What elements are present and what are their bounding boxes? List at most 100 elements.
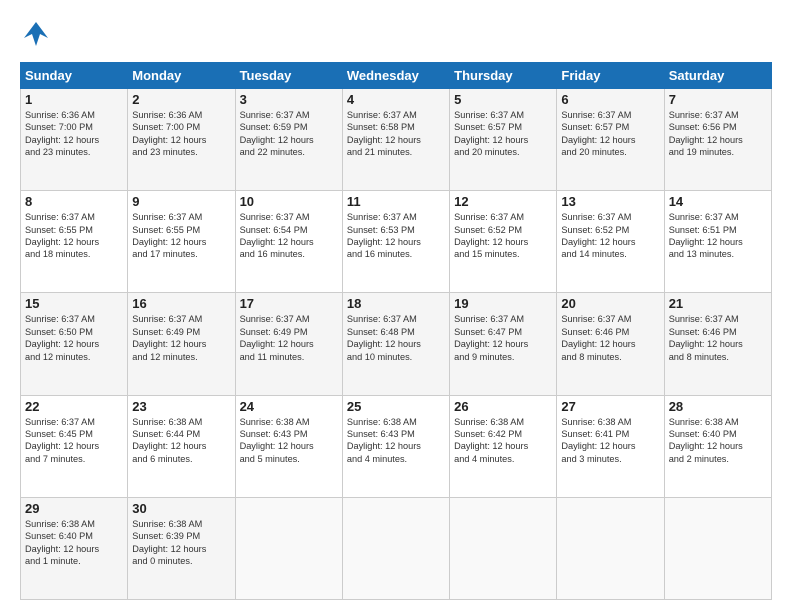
day-cell bbox=[342, 497, 449, 599]
week-row-3: 15 Sunrise: 6:37 AMSunset: 6:50 PMDaylig… bbox=[21, 293, 772, 395]
day-number: 18 bbox=[347, 296, 445, 311]
weekday-header-row: SundayMondayTuesdayWednesdayThursdayFrid… bbox=[21, 63, 772, 89]
day-info: Sunrise: 6:38 AMSunset: 6:40 PMDaylight:… bbox=[25, 519, 99, 566]
day-info: Sunrise: 6:38 AMSunset: 6:43 PMDaylight:… bbox=[240, 417, 314, 464]
day-cell: 4 Sunrise: 6:37 AMSunset: 6:58 PMDayligh… bbox=[342, 89, 449, 191]
day-info: Sunrise: 6:37 AMSunset: 6:54 PMDaylight:… bbox=[240, 212, 314, 259]
day-cell: 6 Sunrise: 6:37 AMSunset: 6:57 PMDayligh… bbox=[557, 89, 664, 191]
day-cell: 13 Sunrise: 6:37 AMSunset: 6:52 PMDaylig… bbox=[557, 191, 664, 293]
day-cell bbox=[664, 497, 771, 599]
day-cell: 20 Sunrise: 6:37 AMSunset: 6:46 PMDaylig… bbox=[557, 293, 664, 395]
day-info: Sunrise: 6:37 AMSunset: 6:56 PMDaylight:… bbox=[669, 110, 743, 157]
day-info: Sunrise: 6:37 AMSunset: 6:57 PMDaylight:… bbox=[561, 110, 635, 157]
weekday-header-sunday: Sunday bbox=[21, 63, 128, 89]
day-info: Sunrise: 6:37 AMSunset: 6:51 PMDaylight:… bbox=[669, 212, 743, 259]
day-number: 15 bbox=[25, 296, 123, 311]
day-number: 22 bbox=[25, 399, 123, 414]
calendar-table: SundayMondayTuesdayWednesdayThursdayFrid… bbox=[20, 62, 772, 600]
weekday-header-tuesday: Tuesday bbox=[235, 63, 342, 89]
day-info: Sunrise: 6:36 AMSunset: 7:00 PMDaylight:… bbox=[132, 110, 206, 157]
day-info: Sunrise: 6:37 AMSunset: 6:52 PMDaylight:… bbox=[561, 212, 635, 259]
day-cell: 16 Sunrise: 6:37 AMSunset: 6:49 PMDaylig… bbox=[128, 293, 235, 395]
day-number: 19 bbox=[454, 296, 552, 311]
day-info: Sunrise: 6:38 AMSunset: 6:42 PMDaylight:… bbox=[454, 417, 528, 464]
week-row-4: 22 Sunrise: 6:37 AMSunset: 6:45 PMDaylig… bbox=[21, 395, 772, 497]
day-cell: 28 Sunrise: 6:38 AMSunset: 6:40 PMDaylig… bbox=[664, 395, 771, 497]
day-cell bbox=[557, 497, 664, 599]
day-number: 12 bbox=[454, 194, 552, 209]
day-info: Sunrise: 6:37 AMSunset: 6:46 PMDaylight:… bbox=[561, 314, 635, 361]
day-cell: 30 Sunrise: 6:38 AMSunset: 6:39 PMDaylig… bbox=[128, 497, 235, 599]
day-cell: 26 Sunrise: 6:38 AMSunset: 6:42 PMDaylig… bbox=[450, 395, 557, 497]
day-number: 6 bbox=[561, 92, 659, 107]
day-number: 5 bbox=[454, 92, 552, 107]
day-info: Sunrise: 6:37 AMSunset: 6:53 PMDaylight:… bbox=[347, 212, 421, 259]
day-number: 27 bbox=[561, 399, 659, 414]
weekday-header-wednesday: Wednesday bbox=[342, 63, 449, 89]
day-cell: 14 Sunrise: 6:37 AMSunset: 6:51 PMDaylig… bbox=[664, 191, 771, 293]
day-cell: 12 Sunrise: 6:37 AMSunset: 6:52 PMDaylig… bbox=[450, 191, 557, 293]
day-info: Sunrise: 6:37 AMSunset: 6:50 PMDaylight:… bbox=[25, 314, 99, 361]
day-cell: 10 Sunrise: 6:37 AMSunset: 6:54 PMDaylig… bbox=[235, 191, 342, 293]
day-number: 25 bbox=[347, 399, 445, 414]
logo-bird-icon bbox=[20, 18, 52, 54]
day-cell: 29 Sunrise: 6:38 AMSunset: 6:40 PMDaylig… bbox=[21, 497, 128, 599]
week-row-5: 29 Sunrise: 6:38 AMSunset: 6:40 PMDaylig… bbox=[21, 497, 772, 599]
day-number: 10 bbox=[240, 194, 338, 209]
day-number: 13 bbox=[561, 194, 659, 209]
week-row-1: 1 Sunrise: 6:36 AMSunset: 7:00 PMDayligh… bbox=[21, 89, 772, 191]
weekday-header-thursday: Thursday bbox=[450, 63, 557, 89]
logo bbox=[20, 18, 56, 54]
day-info: Sunrise: 6:37 AMSunset: 6:49 PMDaylight:… bbox=[240, 314, 314, 361]
calendar-page: SundayMondayTuesdayWednesdayThursdayFrid… bbox=[0, 0, 792, 612]
day-info: Sunrise: 6:37 AMSunset: 6:55 PMDaylight:… bbox=[25, 212, 99, 259]
day-number: 9 bbox=[132, 194, 230, 209]
week-row-2: 8 Sunrise: 6:37 AMSunset: 6:55 PMDayligh… bbox=[21, 191, 772, 293]
day-cell: 3 Sunrise: 6:37 AMSunset: 6:59 PMDayligh… bbox=[235, 89, 342, 191]
day-info: Sunrise: 6:38 AMSunset: 6:39 PMDaylight:… bbox=[132, 519, 206, 566]
day-cell: 21 Sunrise: 6:37 AMSunset: 6:46 PMDaylig… bbox=[664, 293, 771, 395]
day-info: Sunrise: 6:38 AMSunset: 6:43 PMDaylight:… bbox=[347, 417, 421, 464]
weekday-header-monday: Monday bbox=[128, 63, 235, 89]
day-info: Sunrise: 6:37 AMSunset: 6:55 PMDaylight:… bbox=[132, 212, 206, 259]
day-number: 24 bbox=[240, 399, 338, 414]
day-info: Sunrise: 6:36 AMSunset: 7:00 PMDaylight:… bbox=[25, 110, 99, 157]
day-cell: 25 Sunrise: 6:38 AMSunset: 6:43 PMDaylig… bbox=[342, 395, 449, 497]
day-number: 30 bbox=[132, 501, 230, 516]
day-cell bbox=[235, 497, 342, 599]
day-cell: 15 Sunrise: 6:37 AMSunset: 6:50 PMDaylig… bbox=[21, 293, 128, 395]
day-info: Sunrise: 6:37 AMSunset: 6:59 PMDaylight:… bbox=[240, 110, 314, 157]
day-cell: 18 Sunrise: 6:37 AMSunset: 6:48 PMDaylig… bbox=[342, 293, 449, 395]
day-number: 20 bbox=[561, 296, 659, 311]
day-info: Sunrise: 6:37 AMSunset: 6:45 PMDaylight:… bbox=[25, 417, 99, 464]
day-number: 21 bbox=[669, 296, 767, 311]
day-number: 17 bbox=[240, 296, 338, 311]
weekday-header-saturday: Saturday bbox=[664, 63, 771, 89]
day-info: Sunrise: 6:37 AMSunset: 6:46 PMDaylight:… bbox=[669, 314, 743, 361]
day-number: 4 bbox=[347, 92, 445, 107]
day-info: Sunrise: 6:38 AMSunset: 6:41 PMDaylight:… bbox=[561, 417, 635, 464]
day-cell: 5 Sunrise: 6:37 AMSunset: 6:57 PMDayligh… bbox=[450, 89, 557, 191]
day-cell: 11 Sunrise: 6:37 AMSunset: 6:53 PMDaylig… bbox=[342, 191, 449, 293]
header bbox=[20, 18, 772, 54]
day-number: 11 bbox=[347, 194, 445, 209]
day-number: 8 bbox=[25, 194, 123, 209]
day-info: Sunrise: 6:37 AMSunset: 6:47 PMDaylight:… bbox=[454, 314, 528, 361]
day-cell: 7 Sunrise: 6:37 AMSunset: 6:56 PMDayligh… bbox=[664, 89, 771, 191]
day-cell: 23 Sunrise: 6:38 AMSunset: 6:44 PMDaylig… bbox=[128, 395, 235, 497]
day-info: Sunrise: 6:37 AMSunset: 6:58 PMDaylight:… bbox=[347, 110, 421, 157]
day-number: 3 bbox=[240, 92, 338, 107]
day-number: 23 bbox=[132, 399, 230, 414]
weekday-header-friday: Friday bbox=[557, 63, 664, 89]
day-cell: 19 Sunrise: 6:37 AMSunset: 6:47 PMDaylig… bbox=[450, 293, 557, 395]
day-cell: 9 Sunrise: 6:37 AMSunset: 6:55 PMDayligh… bbox=[128, 191, 235, 293]
day-number: 2 bbox=[132, 92, 230, 107]
day-info: Sunrise: 6:38 AMSunset: 6:44 PMDaylight:… bbox=[132, 417, 206, 464]
day-cell: 2 Sunrise: 6:36 AMSunset: 7:00 PMDayligh… bbox=[128, 89, 235, 191]
day-cell: 8 Sunrise: 6:37 AMSunset: 6:55 PMDayligh… bbox=[21, 191, 128, 293]
day-number: 14 bbox=[669, 194, 767, 209]
day-info: Sunrise: 6:37 AMSunset: 6:49 PMDaylight:… bbox=[132, 314, 206, 361]
day-number: 1 bbox=[25, 92, 123, 107]
day-number: 16 bbox=[132, 296, 230, 311]
day-cell: 17 Sunrise: 6:37 AMSunset: 6:49 PMDaylig… bbox=[235, 293, 342, 395]
